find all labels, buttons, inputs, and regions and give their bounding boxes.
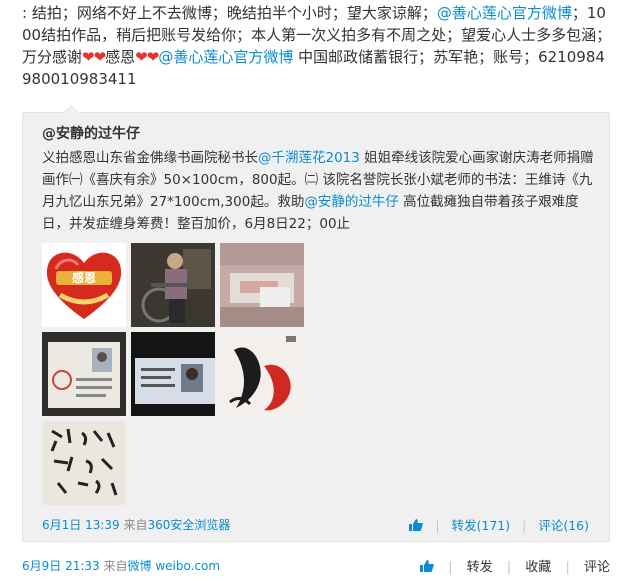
photo-icon xyxy=(131,243,215,327)
thumbnail-certificate-photo[interactable] xyxy=(42,332,126,416)
favorite-button[interactable]: 收藏 xyxy=(525,560,551,575)
separator: | xyxy=(506,560,512,575)
post-actions: | 转发 | 收藏 | 评论 xyxy=(419,556,610,575)
repost-source-link[interactable]: 360安全浏览器 xyxy=(148,518,231,532)
post-text-part: : 结拍；网络不好上不去微博；晚结拍半个小时；望大家谅解； xyxy=(22,4,437,22)
repost-author-link[interactable]: @安静的过牛仔 xyxy=(42,123,140,143)
repost-actions: | 转发(171) | 评论(16) xyxy=(409,515,589,534)
photo-icon xyxy=(42,332,126,416)
reposted-weibo: @安静的过牛仔 义拍感恩山东省金佛缘书画院秘书长@千溯莲花2013 姐姐牵线该院… xyxy=(22,105,610,542)
photo-icon xyxy=(42,421,126,505)
weibo-post: : 结拍；网络不好上不去微博；晚结拍半个小时；望大家谅解；@善心莲心官方微博；1… xyxy=(0,0,632,583)
thumbnail-idcard-photo[interactable] xyxy=(131,332,215,416)
repost-text-part: 义拍感恩山东省金佛缘书画院秘书长 xyxy=(42,150,258,166)
thumbs-up-icon[interactable] xyxy=(409,519,424,531)
photo-icon xyxy=(220,243,304,327)
repost-arrow-inner xyxy=(64,106,78,113)
heart-image-icon: 感恩 xyxy=(46,252,122,319)
thumbnail-bed-photo[interactable] xyxy=(220,243,304,327)
post-text-part: ； xyxy=(571,4,587,22)
comment-count-link[interactable]: 评论(16) xyxy=(538,518,589,533)
separator: | xyxy=(565,560,570,575)
repost-timestamp-link[interactable]: 6月1日 13:39 xyxy=(42,518,120,532)
post-source-link[interactable]: 微博 weibo.com xyxy=(128,559,221,573)
repost-count-link[interactable]: 转发(171) xyxy=(452,518,511,533)
thumbnail-heart-image[interactable]: 感恩 xyxy=(42,243,126,327)
thumbnail-fish-painting[interactable] xyxy=(220,332,304,416)
photo-icon xyxy=(220,332,304,416)
post-text-part: 感恩 xyxy=(105,48,136,66)
repost-meta: 6月1日 13:39 来自360安全浏览器 xyxy=(42,516,230,533)
separator: | xyxy=(435,518,440,533)
repost-text: 义拍感恩山东省金佛缘书画院秘书长@千溯莲花2013 姐姐牵线该院爱心画家谢庆涛老… xyxy=(42,147,594,235)
mention-link[interactable]: @安静的过牛仔 xyxy=(304,194,399,210)
heart-caption: 感恩 xyxy=(72,270,96,285)
post-timestamp-link[interactable]: 6月9日 21:33 xyxy=(22,559,100,573)
mention-link[interactable]: @善心莲心官方微博 xyxy=(158,48,293,66)
separator: | xyxy=(448,560,453,575)
photo-icon xyxy=(131,332,215,416)
from-label: 来自 xyxy=(123,518,148,532)
thumbnail-wheelchair-photo[interactable] xyxy=(131,243,215,327)
separator: | xyxy=(522,518,527,533)
comment-button[interactable]: 评论 xyxy=(584,560,610,575)
thumbs-up-icon[interactable] xyxy=(419,560,434,572)
heart-emoji-icon: ❤❤ xyxy=(135,48,159,66)
post-footer-meta: 6月9日 21:33 来自微博 weibo.com xyxy=(22,557,220,574)
post-text: : 结拍；网络不好上不去微博；晚结拍半个小时；望大家谅解；@善心莲心官方微博；1… xyxy=(22,2,614,90)
repost-button[interactable]: 转发 xyxy=(467,560,493,575)
mention-link[interactable]: @千溯莲花2013 xyxy=(258,150,360,166)
thumbnail-calligraphy[interactable] xyxy=(42,421,126,505)
mention-link[interactable]: @善心莲心官方微博 xyxy=(437,4,572,22)
from-label: 来自 xyxy=(103,559,128,573)
heart-emoji-icon: ❤❤ xyxy=(82,48,106,66)
